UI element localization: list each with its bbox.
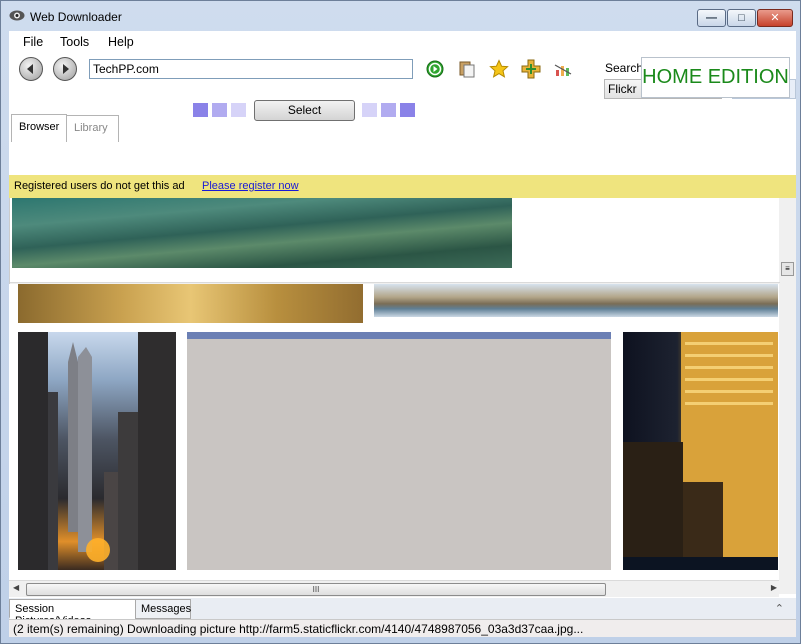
window-title: Web Downloader — [30, 10, 122, 24]
forward-button[interactable] — [53, 57, 77, 81]
url-input[interactable] — [89, 59, 413, 79]
scroll-grip-icon[interactable]: ≡ — [781, 262, 794, 276]
close-icon: ✕ — [770, 12, 780, 24]
favorites-star-icon[interactable] — [489, 59, 509, 79]
menu-bar: File Tools Help — [9, 31, 796, 53]
page-selector-square[interactable] — [231, 103, 246, 117]
page-selector-square[interactable] — [212, 103, 227, 117]
maximize-button[interactable]: □ — [727, 9, 756, 27]
tab-session-pictures[interactable]: Session Pictures/Videos — [9, 599, 136, 627]
forward-arrow-icon — [63, 64, 69, 74]
tab-messages[interactable]: Messages — [135, 599, 191, 619]
toolbar: Search Flickr Images ▼ HOME EDITION Sele… — [9, 53, 796, 175]
close-button[interactable]: ✕ — [757, 9, 793, 27]
night-skyscraper-image[interactable] — [623, 332, 778, 570]
menu-help[interactable]: Help — [108, 35, 134, 49]
session-gallery: ◀ III ▶ — [9, 284, 796, 610]
gallery-horizontal-scrollbar[interactable]: ◀ III ▶ — [9, 580, 779, 597]
ranking-icon[interactable] — [553, 59, 573, 79]
minimize-icon: — — [706, 12, 717, 24]
back-button[interactable] — [19, 57, 43, 81]
search-label: Search — [605, 61, 644, 75]
back-arrow-icon — [27, 64, 33, 74]
menu-tools[interactable]: Tools — [60, 35, 89, 49]
empire-state-street-image[interactable] — [18, 332, 176, 570]
scroll-right-icon[interactable]: ▶ — [771, 583, 777, 592]
page-selector-square[interactable] — [362, 103, 377, 117]
skyline-art — [18, 332, 176, 570]
sea-image — [12, 198, 512, 268]
app-window: Web Downloader — □ ✕ File Tools Help Tec… — [0, 0, 801, 644]
browser-vertical-scrollbar[interactable]: ≡ ▼ — [779, 198, 796, 298]
gallery-vertical-scrollbar[interactable] — [779, 284, 796, 594]
page-selector-square[interactable] — [400, 103, 415, 117]
page-selector-square[interactable] — [381, 103, 396, 117]
harbor-skyline-image[interactable] — [374, 284, 778, 317]
downloader-eye-icon — [9, 10, 25, 21]
menu-file[interactable]: File — [23, 35, 43, 49]
maximize-icon: □ — [738, 12, 745, 24]
client-area: File Tools Help TechPP.com Search Flickr… — [9, 31, 796, 637]
go-icon[interactable] — [425, 59, 445, 79]
loading-placeholder-image[interactable] — [187, 332, 611, 570]
scroll-thumb[interactable]: III — [26, 583, 606, 596]
home-edition-badge: HOME EDITION — [641, 57, 790, 98]
tab-browser[interactable]: Browser — [11, 114, 67, 142]
select-button[interactable]: Select — [254, 100, 355, 121]
title-bar[interactable]: Web Downloader — □ ✕ — [1, 1, 800, 31]
amber-city-image[interactable] — [18, 284, 363, 323]
register-link[interactable]: Please register now — [202, 180, 299, 192]
ad-text: Registered users do not get this ad — [14, 180, 185, 192]
ad-bar: Registered users do not get this ad Plea… — [9, 175, 796, 198]
clipboard-icon[interactable] — [457, 59, 477, 79]
collapse-up-icon[interactable]: ⌃ — [775, 602, 784, 615]
status-bar: (2 item(s) remaining) Downloading pictur… — [9, 619, 796, 637]
tab-library[interactable]: Library — [66, 115, 119, 142]
scroll-left-icon[interactable]: ◀ — [13, 583, 19, 592]
night-art — [623, 332, 778, 570]
minimize-button[interactable]: — — [697, 9, 726, 27]
page-selector-square[interactable] — [193, 103, 208, 117]
bottom-tabs: Session Pictures/Videos Messages ⌃ — [9, 598, 796, 627]
add-site-icon[interactable] — [521, 59, 541, 79]
